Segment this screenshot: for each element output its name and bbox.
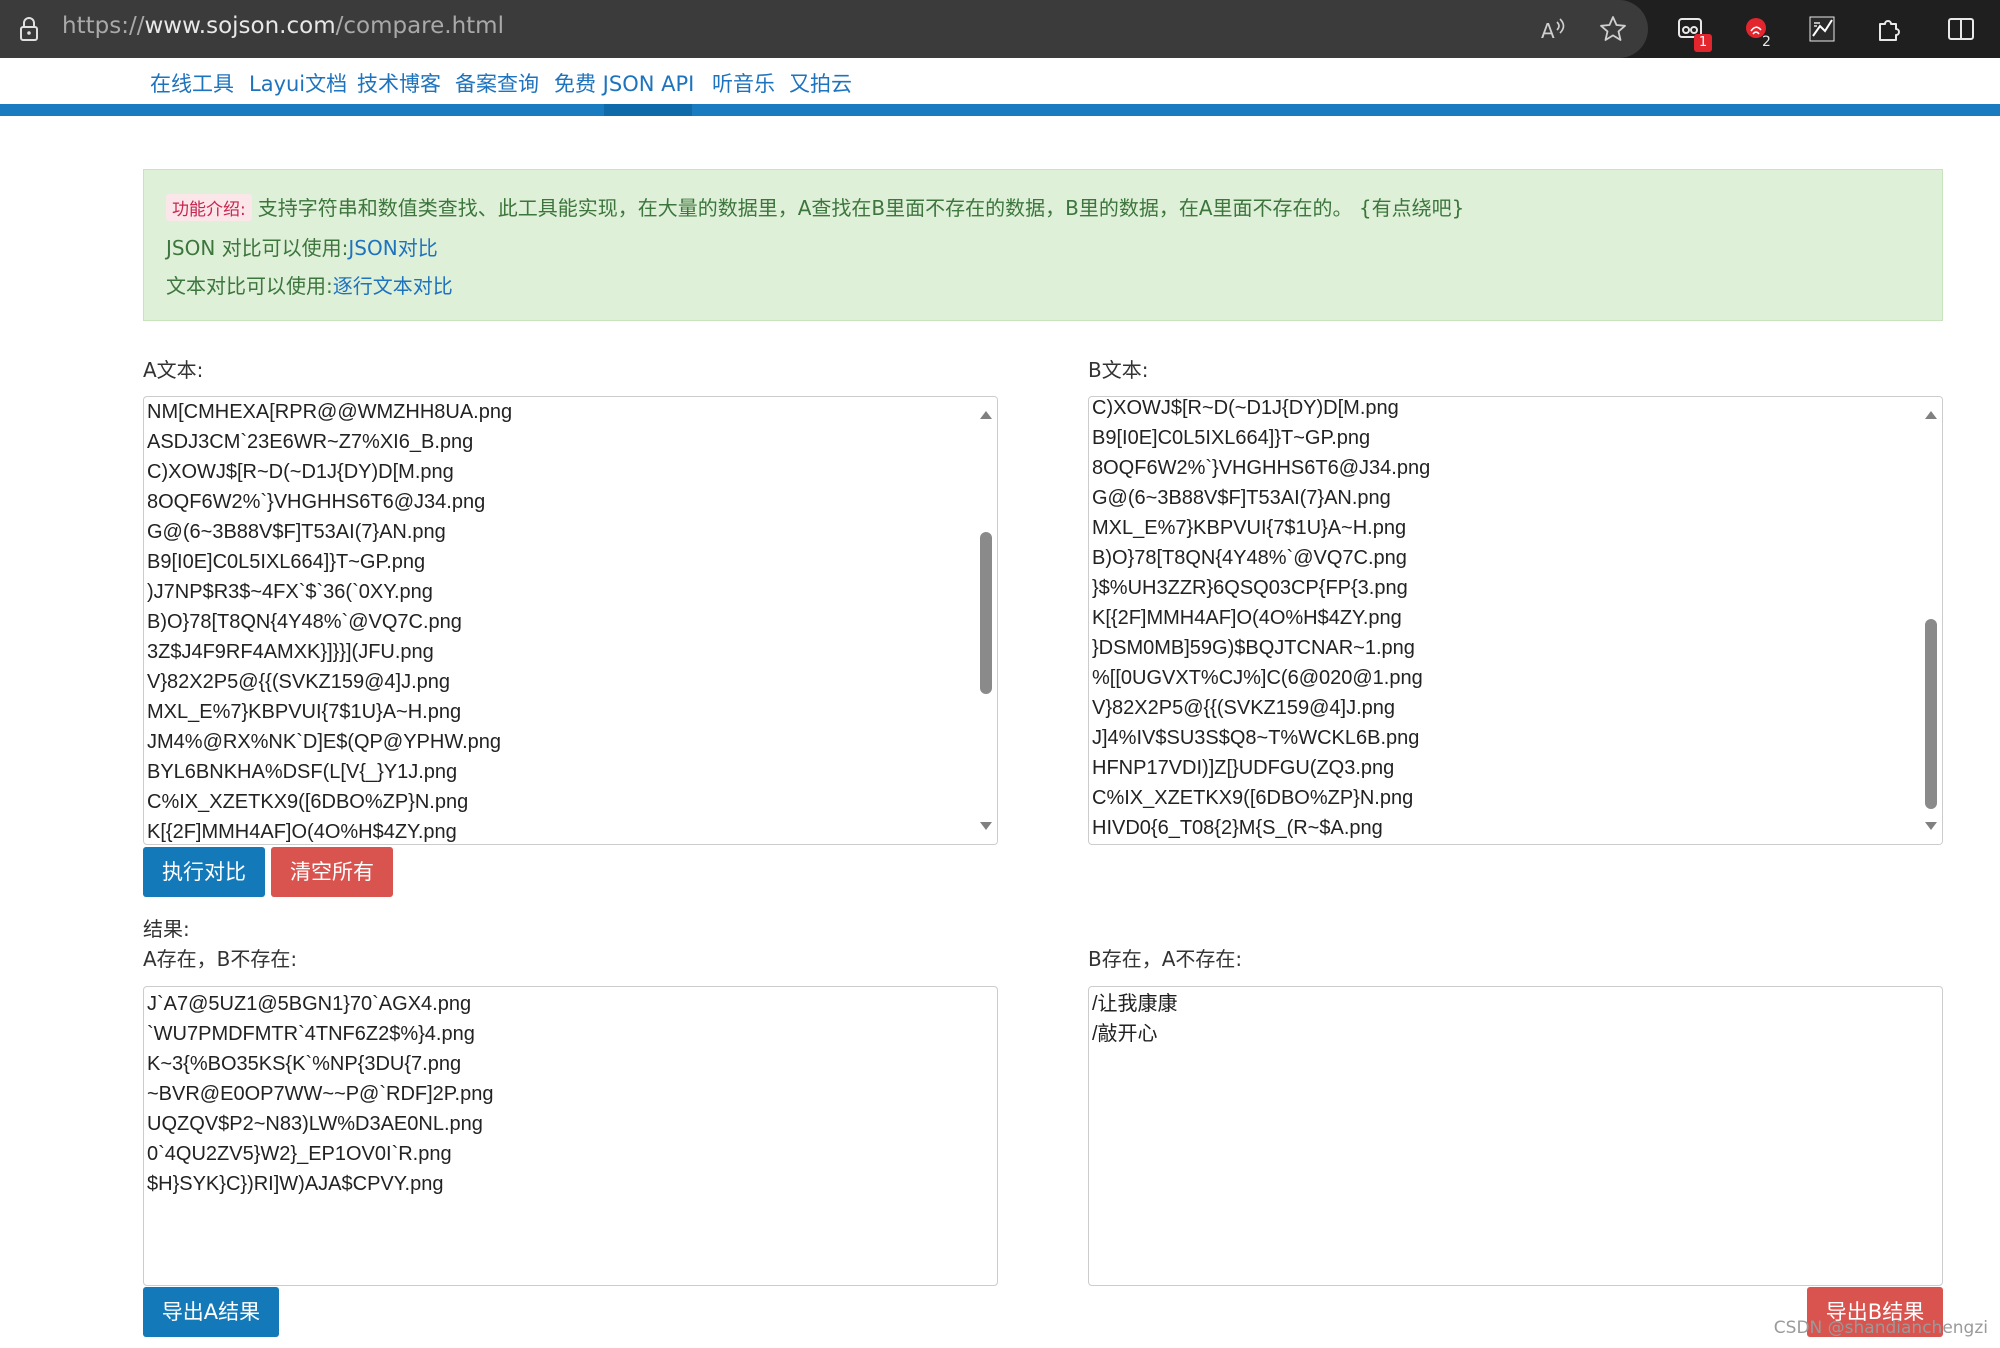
- b-text-line: K[{2F]MMH4AF]O(4O%H$4ZY.png: [1092, 607, 1402, 629]
- b-text-line: J]4%IV$SU3S$Q8~T%WCKL6B.png: [1092, 727, 1420, 749]
- result-a-line: UQZQV$P2~N83)LW%D3AE0NL.png: [147, 1113, 483, 1135]
- b-text-line: B9[I0E]C0L5IXL664]}T~GP.png: [1092, 427, 1371, 449]
- result-b-line: /让我康康: [1092, 993, 1178, 1015]
- scroll-down-arrow-icon[interactable]: [1925, 822, 1937, 830]
- a-text-line: ASDJ3CM`23E6WR~Z7%XI6_B.png: [147, 431, 474, 453]
- json-compare-link[interactable]: JSON对比: [348, 236, 437, 260]
- clear-all-button[interactable]: 清空所有: [271, 847, 393, 897]
- nav-icp-lookup[interactable]: 备案查询: [455, 68, 539, 98]
- a-text-line: JM4%@RX%NK`D]E$(QP@YPHW.png: [147, 731, 502, 753]
- intro-text-line: 文本对比可以使用:逐行文本对比: [166, 270, 453, 299]
- a-text-line: K[{2F]MMH4AF]O(4O%H$4ZY.png: [147, 821, 457, 843]
- address-bar[interactable]: https://www.sojson.com/compare.html A: [0, 0, 1648, 58]
- url-host: www.sojson.com: [144, 13, 336, 39]
- a-text-line: G@(6~3B88V$F]T53AI(7}AN.png: [147, 521, 446, 543]
- watermark: CSDN @shandianchengzi: [1773, 1318, 1988, 1338]
- a-text-line: B)O}78[T8QN{4Y48%`@VQ7C.png: [147, 611, 462, 633]
- intro-json-line: JSON 对比可以使用:JSON对比: [166, 232, 438, 261]
- lock-icon[interactable]: [16, 16, 42, 42]
- b-text-scrollbar[interactable]: [1920, 397, 1942, 844]
- line-text-compare-link[interactable]: 逐行文本对比: [333, 274, 453, 298]
- result-b-lines: /让我康康/敲开心: [1092, 989, 1178, 1049]
- export-a-button[interactable]: 导出A结果: [143, 1287, 279, 1337]
- b-text-line: C)XOWJ$[R~D(~D1J{DY)D[M.png: [1092, 397, 1399, 419]
- a-text-line: V}82X2P5@{{(SVKZ159@4]J.png: [147, 671, 451, 693]
- result-a-line: J`A7@5UZ1@5BGN1}70`AGX4.png: [147, 993, 472, 1015]
- nav-tech-blog[interactable]: 技术博客: [357, 68, 441, 98]
- compare-button[interactable]: 执行对比: [143, 847, 265, 897]
- a-text-line: C%IX_XZETKX9([6DBO%ZP}N.png: [147, 791, 469, 813]
- url-prefix: https://: [62, 13, 145, 39]
- url-path: /compare.html: [335, 13, 504, 39]
- favorite-star-icon[interactable]: [1598, 14, 1628, 44]
- result-title: 结果:: [143, 917, 190, 941]
- result-a-label: A存在，B不存在:: [143, 947, 298, 971]
- b-text-line: HFNP17VDI)]Z[}UDFGU(ZQ3.png: [1092, 757, 1395, 779]
- a-text-line: B9[I0E]C0L5IXL664]}T~GP.png: [147, 551, 426, 573]
- b-text-line: HIVD0{6_T08{2}M{S_(R~$A.png: [1092, 817, 1383, 839]
- scroll-down-arrow-icon[interactable]: [980, 822, 992, 830]
- result-a-line: 0`4QU2ZV5}W2}_EP1OV0I`R.png: [147, 1143, 452, 1165]
- site-navigation: 在线工具 Layui文档 技术博客 备案查询 免费 JSON API 听音乐 又…: [0, 58, 2000, 104]
- intro-text-prefix: 文本对比可以使用:: [166, 274, 333, 298]
- scrollbar-thumb[interactable]: [980, 532, 992, 694]
- extension-2-badge: 2: [1762, 34, 1771, 50]
- b-text-line: MXL_E%7}KBPVUI{7$1U}A~H.png: [1092, 517, 1407, 539]
- a-text-input[interactable]: NM[CMHEXA[RPR@@WMZHH8UA.png ASDJ3CM`23E6W…: [143, 396, 998, 845]
- url-text[interactable]: https://www.sojson.com/compare.html: [62, 13, 504, 39]
- a-text-line: 8OQF6W2%`}VHGHHS6T6@J34.png: [147, 491, 486, 513]
- result-a-line: ~BVR@E0OP7WW~~P@`RDF]2P.png: [147, 1083, 494, 1105]
- scroll-up-arrow-icon[interactable]: [1925, 411, 1937, 419]
- nav-upyun[interactable]: 又拍云: [789, 68, 852, 98]
- b-text-line: B)O}78[T8QN{4Y48%`@VQ7C.png: [1092, 547, 1407, 569]
- result-a-line: K~3{%BO35KS{K`%NP{3DU{7.png: [147, 1053, 462, 1075]
- result-b-line: /敲开心: [1092, 1023, 1158, 1045]
- b-text-line: }DSM0MB]59G)$BQJTCNAR~1.png: [1092, 637, 1415, 659]
- a-text-line: )J7NP$R3$~4FX`$`36(`0XY.png: [147, 581, 433, 603]
- nav-divider: [0, 104, 2000, 116]
- nav-active-indicator: [604, 104, 692, 116]
- nav-free-json-api[interactable]: 免费 JSON API: [554, 68, 694, 98]
- a-text-lines: NM[CMHEXA[RPR@@WMZHH8UA.png ASDJ3CM`23E6W…: [147, 397, 513, 844]
- read-aloud-icon[interactable]: A: [1538, 14, 1568, 44]
- a-text-line: C)XOWJ$[R~D(~D1J{DY)D[M.png: [147, 461, 454, 483]
- b-text-line: V}82X2P5@{{(SVKZ159@4]J.png: [1092, 697, 1396, 719]
- result-a-lines: J`A7@5UZ1@5BGN1}70`AGX4.png `WU7PMDFMTR`4…: [147, 989, 493, 1199]
- b-text-label: B文本:: [1088, 358, 1149, 382]
- intro-json-prefix: JSON 对比可以使用:: [166, 236, 349, 260]
- scrollbar-thumb[interactable]: [1925, 619, 1937, 809]
- b-text-input[interactable]: C)XOWJ$[R~D(~D1J{DY)D[M.png B9[I0E]C0L5IX…: [1088, 396, 1943, 845]
- b-text-line: G@(6~3B88V$F]T53AI(7}AN.png: [1092, 487, 1391, 509]
- b-text-line: 8OQF6W2%`}VHGHHS6T6@J34.png: [1092, 457, 1431, 479]
- nav-layui-docs[interactable]: Layui文档: [249, 68, 347, 98]
- a-text-line: 3Z$J4F9RF4AMXK}]}}](JFU.png: [147, 641, 434, 663]
- a-text-line: BYL6BNKHA%DSF(L[V{_}Y1J.png: [147, 761, 458, 783]
- a-text-line: MXL_E%7}KBPVUI{7$1U}A~H.png: [147, 701, 462, 723]
- result-b-label: B存在，A不存在:: [1088, 947, 1243, 971]
- extensions-puzzle-icon[interactable]: [1874, 14, 1904, 44]
- result-b-output[interactable]: /让我康康/敲开心: [1088, 986, 1943, 1286]
- split-screen-icon[interactable]: [1946, 14, 1976, 44]
- svg-text:A: A: [1541, 19, 1555, 43]
- browser-toolbar: https://www.sojson.com/compare.html A 1 …: [0, 0, 2000, 58]
- intro-description-line: 功能介绍: 支持字符串和数值类查找、此工具能实现，在大量的数据里，A查找在B里面不…: [166, 192, 1464, 221]
- extension-1-badge: 1: [1694, 34, 1712, 52]
- result-a-line: $H}SYK}C})RI]W)AJA$CPVY.png: [147, 1173, 444, 1195]
- feature-intro-panel: 功能介绍: 支持字符串和数值类查找、此工具能实现，在大量的数据里，A查找在B里面不…: [143, 169, 1943, 321]
- nav-online-tools[interactable]: 在线工具: [150, 68, 234, 98]
- a-text-scrollbar[interactable]: [975, 397, 997, 844]
- result-a-line: `WU7PMDFMTR`4TNF6Z2$%}4.png: [147, 1023, 475, 1045]
- b-text-lines: C)XOWJ$[R~D(~D1J{DY)D[M.png B9[I0E]C0L5IX…: [1092, 397, 1431, 843]
- extension-3-icon[interactable]: [1808, 14, 1838, 44]
- b-text-line: C%IX_XZETKX9([6DBO%ZP}N.png: [1092, 787, 1414, 809]
- result-a-output[interactable]: J`A7@5UZ1@5BGN1}70`AGX4.png `WU7PMDFMTR`4…: [143, 986, 998, 1286]
- scroll-up-arrow-icon[interactable]: [980, 411, 992, 419]
- a-text-label: A文本:: [143, 358, 204, 382]
- a-text-line: NM[CMHEXA[RPR@@WMZHH8UA.png: [147, 401, 513, 423]
- nav-music[interactable]: 听音乐: [712, 68, 775, 98]
- intro-description: 支持字符串和数值类查找、此工具能实现，在大量的数据里，A查找在B里面不存在的数据…: [257, 196, 1465, 220]
- b-text-line: %[[0UGVXT%CJ%]C(6@020@1.png: [1092, 667, 1423, 689]
- intro-tag: 功能介绍:: [166, 194, 252, 221]
- b-text-line: }$%UH3ZZR}6QSQ03CP{FP{3.png: [1092, 577, 1408, 599]
